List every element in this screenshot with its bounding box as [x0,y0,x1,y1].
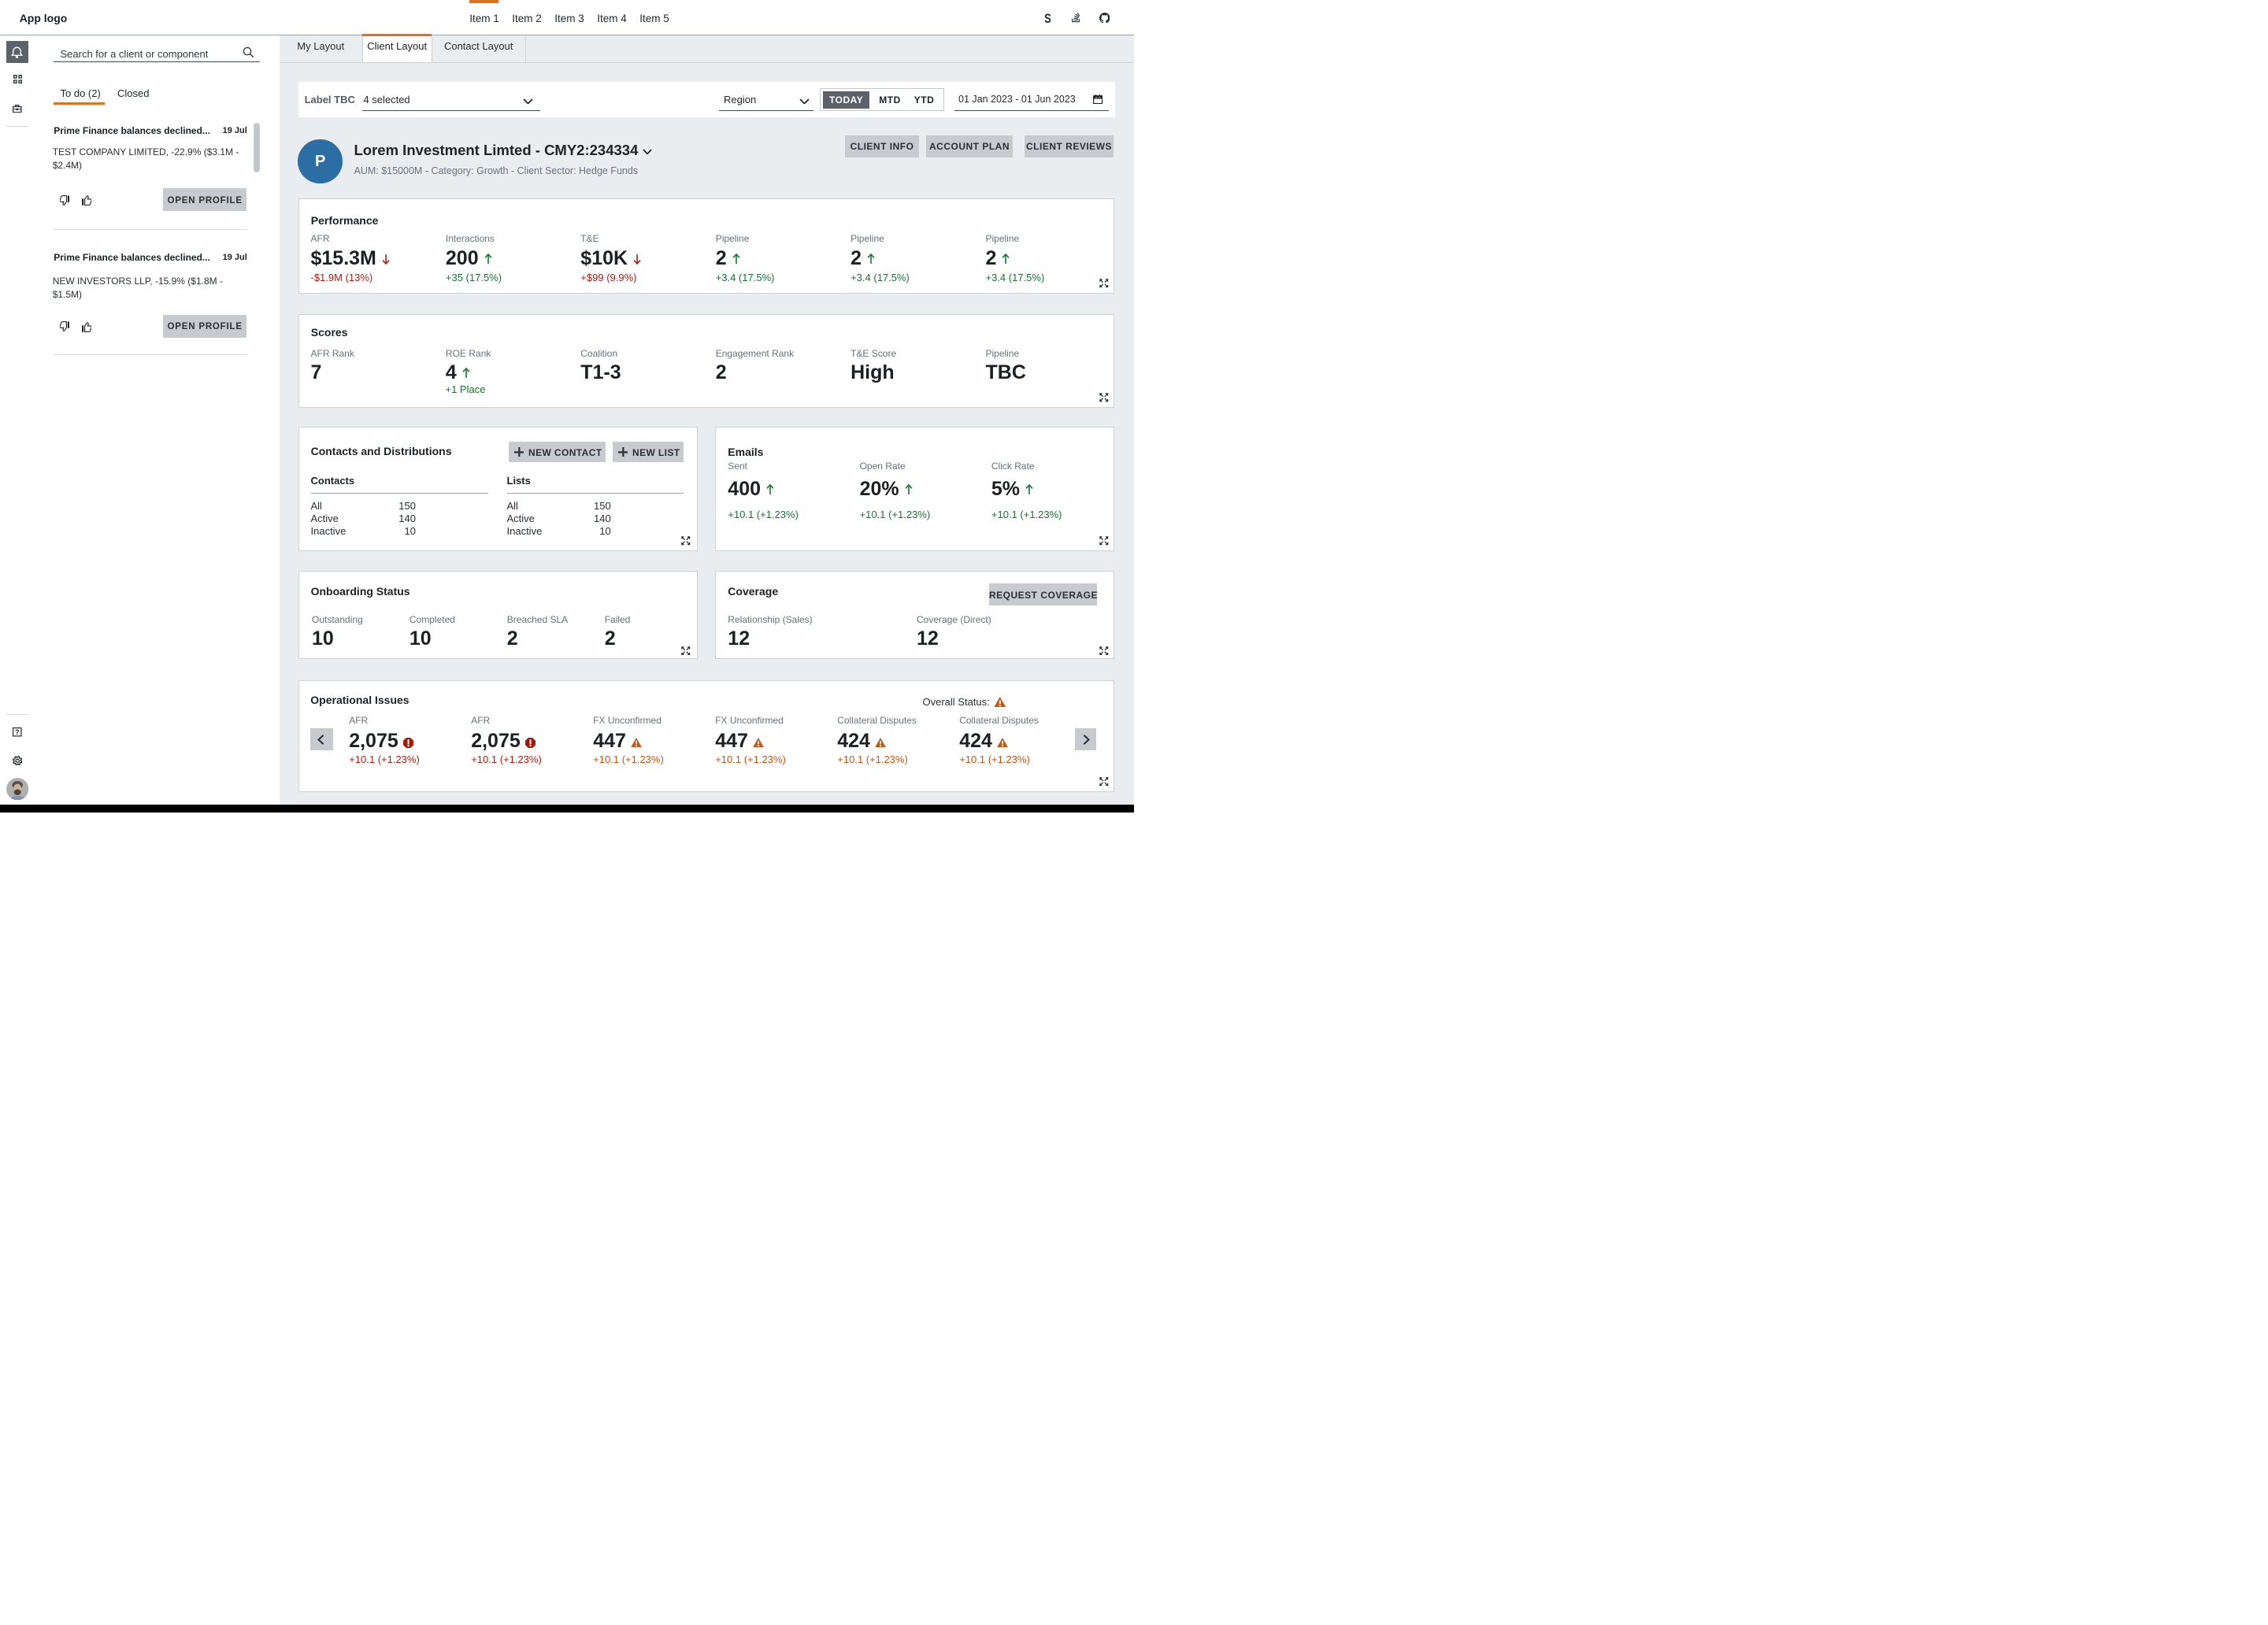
svg-text:S: S [1044,13,1051,24]
svg-text:?: ? [15,728,19,736]
